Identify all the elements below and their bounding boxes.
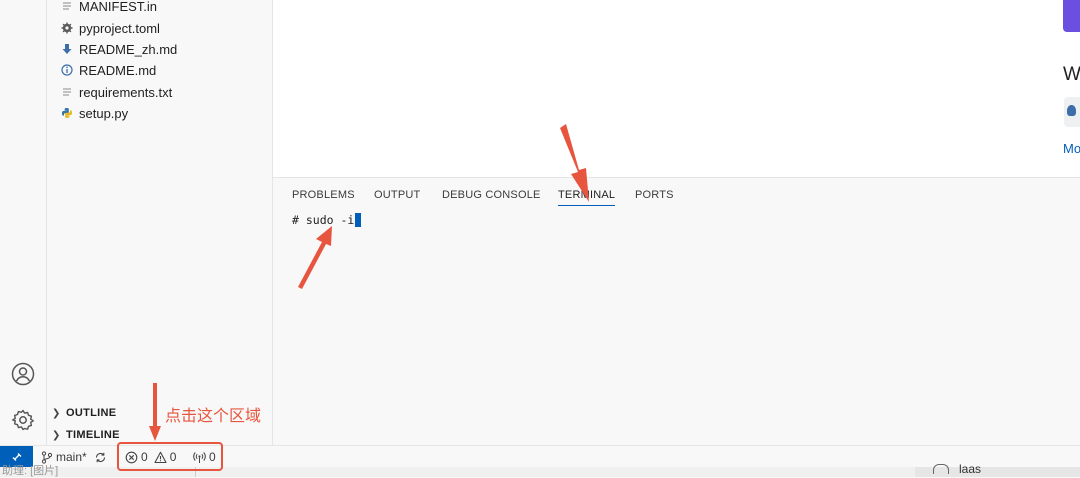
arrow-to-terminal <box>560 124 589 202</box>
status-highlight-box <box>117 442 223 471</box>
annotation-label: 点击这个区域 <box>165 408 262 425</box>
arrow-to-prompt <box>298 226 332 289</box>
annotation-overlay <box>149 124 589 441</box>
arrow-to-status <box>149 383 161 441</box>
